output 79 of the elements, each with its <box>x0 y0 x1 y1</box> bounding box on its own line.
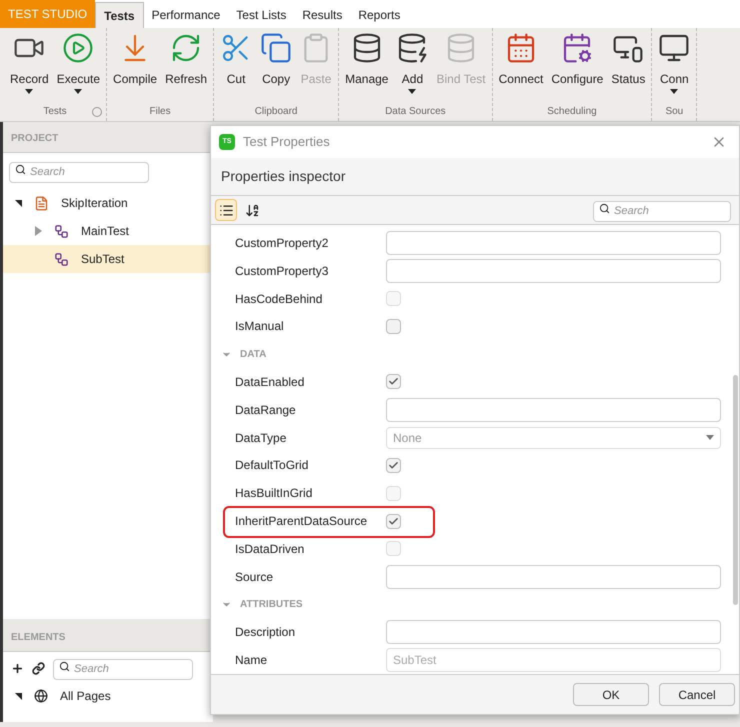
ribbon-group-label: Sou <box>665 105 684 119</box>
ribbon-group-label: Tests <box>43 105 67 119</box>
test-folder-icon <box>34 196 49 210</box>
section-header: ATTRIBUTES <box>240 598 303 612</box>
copy-icon <box>260 32 292 64</box>
ribbon-group-label: Data Sources <box>385 105 446 119</box>
property-label: Name <box>235 652 268 670</box>
test-icon <box>54 224 69 238</box>
collapsed-caret-icon[interactable] <box>35 226 42 236</box>
scrollbar-thumb[interactable] <box>733 375 738 605</box>
ribbon-button[interactable]: Conn <box>654 28 694 104</box>
checkbox[interactable] <box>386 318 401 334</box>
ribbon-button[interactable]: Execute <box>52 28 104 104</box>
categorized-view-button[interactable] <box>215 199 237 221</box>
dropdown-arrow-icon <box>706 435 714 440</box>
ribbon-button[interactable]: Manage <box>341 28 392 104</box>
globe-icon <box>34 689 48 703</box>
checkbox[interactable] <box>386 374 401 390</box>
property-label: DataType <box>235 430 288 447</box>
add-icon[interactable] <box>11 662 24 674</box>
property-field[interactable] <box>386 258 721 283</box>
search-field[interactable]: Search <box>593 200 731 222</box>
panel-title: PROJECT <box>11 132 58 146</box>
property-field[interactable] <box>386 564 721 589</box>
play-icon <box>62 32 94 64</box>
section-header: DATA <box>240 348 266 362</box>
tree-item[interactable]: All Pages <box>3 684 213 708</box>
property-label: Description <box>235 624 296 642</box>
group-launcher-icon[interactable] <box>92 107 102 117</box>
ribbon-button[interactable]: Compile <box>109 28 162 104</box>
panel-title: ELEMENTS <box>11 631 66 645</box>
property-label: HasBuiltInGrid <box>235 485 314 502</box>
ribbon-button[interactable]: Add <box>392 28 432 104</box>
link-icon[interactable] <box>32 662 45 674</box>
tree-item[interactable]: MainTest <box>3 217 213 245</box>
check-icon <box>388 460 399 471</box>
check-icon <box>388 516 399 527</box>
property-label: IsManual <box>235 318 285 336</box>
ribbon-button[interactable]: Status <box>607 28 650 104</box>
dialog-title: Test Properties <box>243 133 331 152</box>
ribbon-group-label: Clipboard <box>254 105 298 119</box>
ribbon-button[interactable]: Record <box>6 28 53 104</box>
ribbon-group-label: Scheduling <box>547 105 597 119</box>
property-field[interactable] <box>386 620 721 644</box>
property-label: IsDataDriven <box>235 540 306 558</box>
property-label: DefaultToGrid <box>235 457 310 474</box>
search-field[interactable]: Search <box>53 658 193 680</box>
list-icon <box>218 202 234 218</box>
ribbon-button[interactable]: Connect <box>494 28 548 104</box>
expanded-caret-icon[interactable] <box>15 200 22 206</box>
sort-icon <box>244 202 260 218</box>
property-label: DataEnabled <box>235 374 306 391</box>
property-label: CustomProperty2 <box>235 234 330 252</box>
property-field[interactable] <box>386 398 721 422</box>
calendar-gear-icon <box>561 32 594 64</box>
dialog-button[interactable]: Cancel <box>659 683 735 706</box>
ribbon-tab[interactable]: Tests <box>95 2 144 28</box>
ribbon-button[interactable]: Copy <box>256 28 296 104</box>
check-icon <box>388 376 399 388</box>
search-field[interactable]: Search <box>9 162 149 182</box>
ribbon-button[interactable]: Cut <box>216 28 256 104</box>
test-icon <box>54 252 69 266</box>
dialog-button[interactable]: OK <box>573 683 649 706</box>
tree-item[interactable]: SkipIteration <box>3 189 213 217</box>
checkbox[interactable] <box>386 514 401 529</box>
checkbox[interactable] <box>386 458 401 473</box>
ribbon-button[interactable]: Configure <box>547 28 608 104</box>
property-label: Source <box>235 568 274 586</box>
tree-item[interactable]: SubTest <box>3 245 213 273</box>
property-label: CustomProperty3 <box>235 262 330 280</box>
property-label: HasCodeBehind <box>235 290 324 308</box>
property-label: DataRange <box>235 402 297 419</box>
ribbon-group-label: Files <box>150 105 171 119</box>
inspector-title: Properties inspector <box>221 167 346 186</box>
property-label: InheritParentDataSource <box>235 513 368 530</box>
monitor-icon <box>658 32 690 64</box>
property-field[interactable] <box>386 230 721 255</box>
ribbon-button[interactable]: Refresh <box>161 28 212 104</box>
expanded-caret-icon[interactable] <box>15 692 22 700</box>
